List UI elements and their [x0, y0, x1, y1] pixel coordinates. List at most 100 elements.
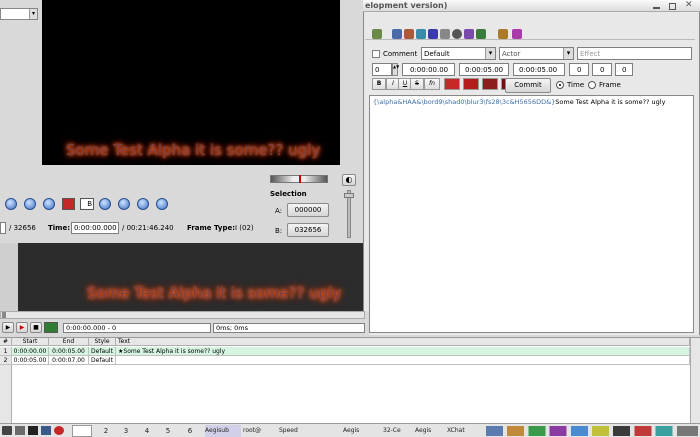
row-start: 0:00:00.00 — [12, 347, 49, 356]
zoom-slider[interactable] — [270, 175, 328, 183]
row-style: Default — [89, 356, 116, 365]
task-xchat[interactable]: XChat — [447, 425, 481, 437]
effect-input[interactable]: Effect — [577, 47, 692, 60]
grid-scrollbar[interactable] — [690, 338, 700, 424]
workspace-6[interactable]: 6 — [180, 425, 200, 437]
resample-icon[interactable] — [440, 29, 450, 39]
row-number: 2 — [0, 356, 12, 365]
minimize-icon[interactable] — [653, 7, 660, 9]
time-input[interactable]: 0:00:00.000 — [71, 222, 119, 234]
nav-next-icon[interactable] — [99, 198, 111, 210]
desktop-strip — [0, 243, 18, 311]
commit-button[interactable]: Commit — [505, 78, 551, 93]
style-dropdown[interactable]: ▾ — [0, 8, 38, 20]
table-row[interactable]: 1 0:00:00.00 0:00:05.00 Default ★Some Te… — [0, 347, 690, 356]
selection-b-button[interactable]: 032656 — [287, 223, 329, 237]
shift-icon[interactable] — [464, 29, 474, 39]
nav-end-icon[interactable] — [156, 198, 168, 210]
task-aegisub[interactable]: Aegisub — [205, 425, 241, 437]
audio-time-field: 0:00:00.000 - 0 — [63, 323, 211, 333]
row-number: 1 — [0, 347, 12, 356]
primary-color-icon[interactable] — [444, 78, 460, 90]
window-titlebar: elopment version) ✕ — [363, 0, 700, 12]
nav-back-icon[interactable] — [24, 198, 36, 210]
secondary-color-icon[interactable] — [463, 78, 479, 90]
end-time-value: 0:00:05.00 — [465, 66, 504, 74]
attachments-icon[interactable] — [416, 29, 426, 39]
workspace-1[interactable] — [72, 425, 92, 437]
browser-icon[interactable] — [54, 426, 64, 435]
stop-icon[interactable] — [62, 198, 75, 210]
actor-select[interactable]: Actor ▾ — [499, 47, 574, 60]
spellcheck-icon[interactable] — [476, 29, 486, 39]
workspace-5[interactable]: 5 — [158, 425, 178, 437]
timing-icon[interactable] — [452, 29, 462, 39]
keyframe-button[interactable]: B — [80, 198, 94, 210]
font-button[interactable]: fn — [424, 78, 440, 90]
margin-vertical-value: 0 — [622, 66, 627, 74]
bold-button[interactable]: B — [372, 78, 386, 90]
fonts-icon[interactable] — [428, 29, 438, 39]
close-icon[interactable]: ✕ — [685, 0, 693, 10]
start-time-input[interactable]: 0:00:00.00 — [402, 63, 455, 76]
row-style: Default — [89, 347, 116, 356]
stop-audio-icon[interactable]: ■ — [30, 322, 42, 333]
layer-input[interactable]: 0 — [372, 63, 392, 76]
margin-left-input[interactable]: 0 — [569, 63, 589, 76]
table-row[interactable]: 2 0:00:05.00 0:00:07.00 Default — [0, 356, 690, 365]
nav-last-icon[interactable] — [137, 198, 149, 210]
monitor-icon[interactable] — [41, 426, 51, 435]
task-aegis-3[interactable]: Aegis — [415, 425, 445, 437]
play-selection-icon[interactable]: ▶ — [2, 322, 14, 333]
total-time: / 00:21:46.240 — [122, 224, 174, 232]
frame-type-label: Frame Type: — [187, 224, 236, 232]
nav-forward-icon[interactable] — [118, 198, 130, 210]
strikeout-button[interactable]: S — [410, 78, 424, 90]
frame-number-input[interactable] — [0, 222, 6, 234]
task-window-4[interactable] — [309, 425, 341, 437]
comment-checkbox[interactable] — [372, 50, 380, 58]
audio-scroll[interactable] — [0, 311, 365, 319]
frame-radio[interactable] — [588, 81, 596, 89]
lock-icon[interactable]: ◐ — [342, 174, 356, 186]
task-speed[interactable]: Speed — [279, 425, 307, 437]
nav-prev-icon[interactable] — [5, 198, 17, 210]
task-root[interactable]: root@ — [243, 425, 277, 437]
properties-icon[interactable] — [392, 29, 402, 39]
grid-icon[interactable] — [372, 29, 382, 39]
style-select[interactable]: Default ▾ — [421, 47, 496, 60]
end-time-input[interactable]: 0:00:05.00 — [459, 63, 509, 76]
chevron-down-icon: ▾ — [485, 48, 495, 59]
play-icon[interactable] — [43, 198, 55, 210]
selection-a-button[interactable]: 000000 — [287, 203, 329, 217]
workspace-4[interactable]: 4 — [137, 425, 157, 437]
video-display[interactable]: Some Test Alpha it is some?? ugly — [42, 0, 340, 165]
maximize-icon[interactable] — [669, 3, 676, 10]
start-menu-icon[interactable] — [2, 426, 12, 435]
subtitle-text-editor[interactable]: {\alpha&HAA&\bord9\shad0\blur3\fs28\3c&H… — [369, 95, 694, 333]
subtitles-grid: # Start End Style Text 1 0:00:00.00 0:00… — [0, 337, 700, 424]
outline-color-icon[interactable] — [482, 78, 498, 90]
files-icon[interactable] — [15, 426, 25, 435]
time-radio[interactable] — [556, 81, 564, 89]
audio-ms-field: 0ms; 0ms — [213, 323, 365, 333]
automation-icon[interactable] — [498, 29, 508, 39]
duration-input[interactable]: 0:00:05.00 — [513, 63, 565, 76]
video-sync-icon[interactable] — [44, 322, 58, 333]
task-32ce[interactable]: 32-Ce — [383, 425, 413, 437]
workspace-2[interactable]: 2 — [96, 425, 116, 437]
volume-slider[interactable] — [344, 190, 354, 238]
styles-icon[interactable] — [404, 29, 414, 39]
edit-toolbar — [365, 26, 695, 40]
tray-icons — [486, 426, 698, 436]
terminal-icon[interactable] — [28, 426, 38, 435]
margin-vertical-input[interactable]: 0 — [615, 63, 633, 76]
play-range-icon[interactable]: ▶ — [16, 322, 28, 333]
workspace-3[interactable]: 3 — [116, 425, 136, 437]
grid-left-gutter — [0, 365, 12, 424]
margin-right-input[interactable]: 0 — [592, 63, 612, 76]
translation-icon[interactable] — [512, 29, 522, 39]
subtitle-text: Some Test Alpha it is some?? ugly — [555, 98, 666, 106]
layer-spinner[interactable]: ▲▼ — [392, 63, 399, 76]
task-aegis-2[interactable]: Aegis — [343, 425, 379, 437]
